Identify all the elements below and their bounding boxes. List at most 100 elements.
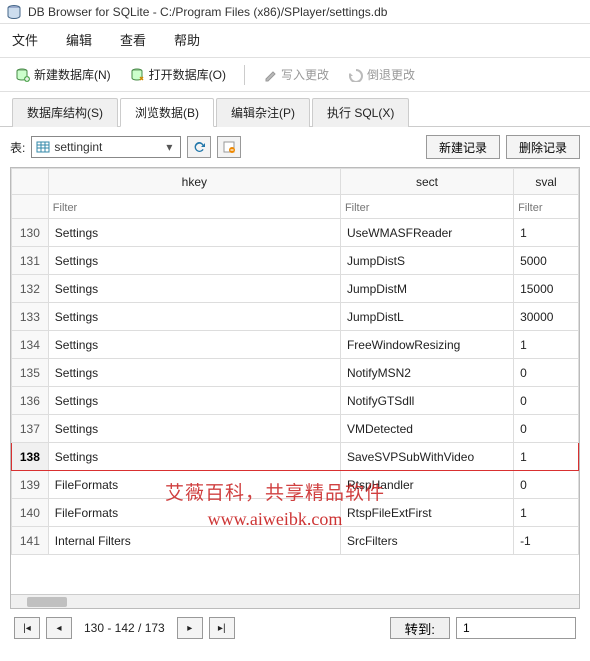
filter-sval[interactable] [518, 202, 574, 214]
refresh-icon [192, 140, 206, 154]
cell-sect[interactable]: RtspFileExtFirst [340, 499, 513, 527]
table-controls: 表: settingint ▾ 新建记录 删除记录 [10, 135, 580, 159]
cell-sval[interactable]: 0 [514, 471, 579, 499]
goto-button[interactable]: 转到: [390, 617, 450, 639]
menu-edit[interactable]: 编辑 [66, 30, 92, 49]
tabbar: 数据库结构(S) 浏览数据(B) 编辑杂注(P) 执行 SQL(X) [0, 92, 590, 127]
table-row[interactable]: 141Internal FiltersSrcFilters-1 [12, 527, 579, 555]
menu-file[interactable]: 文件 [12, 30, 38, 49]
cell-hkey[interactable]: Settings [48, 387, 340, 415]
cell-sval[interactable]: 0 [514, 387, 579, 415]
cell-hkey[interactable]: Settings [48, 219, 340, 247]
cell-sval[interactable]: 1 [514, 443, 579, 471]
table-row[interactable]: 133SettingsJumpDistL30000 [12, 303, 579, 331]
new-database-button[interactable]: 新建数据库(N) [8, 62, 119, 87]
cell-hkey[interactable]: FileFormats [48, 499, 340, 527]
table-row[interactable]: 131SettingsJumpDistS5000 [12, 247, 579, 275]
cell-hkey[interactable]: Internal Filters [48, 527, 340, 555]
data-grid: hkey sect sval 130SettingsUseWMASFReader… [10, 167, 580, 609]
cell-sval[interactable]: 1 [514, 219, 579, 247]
cell-sval[interactable]: 15000 [514, 275, 579, 303]
cell-hkey[interactable]: Settings [48, 443, 340, 471]
cell-sect[interactable]: JumpDistL [340, 303, 513, 331]
refresh-button[interactable] [187, 136, 211, 158]
cell-sval[interactable]: 0 [514, 359, 579, 387]
delete-record-button[interactable]: 删除记录 [506, 135, 580, 159]
cell-sval[interactable]: 1 [514, 331, 579, 359]
pager-prev-button[interactable]: ◂ [46, 617, 72, 639]
cell-hkey[interactable]: FileFormats [48, 471, 340, 499]
table-row[interactable]: 132SettingsJumpDistM15000 [12, 275, 579, 303]
cell-hkey[interactable]: Settings [48, 415, 340, 443]
menubar: 文件 编辑 查看 帮助 [0, 24, 590, 57]
toolbar: 新建数据库(N) 打开数据库(O) 写入更改 倒退更改 [0, 57, 590, 92]
tab-structure[interactable]: 数据库结构(S) [12, 98, 118, 127]
row-number: 137 [12, 415, 49, 443]
cell-sect[interactable]: FreeWindowResizing [340, 331, 513, 359]
cell-hkey[interactable]: Settings [48, 331, 340, 359]
row-number: 141 [12, 527, 49, 555]
cell-hkey[interactable]: Settings [48, 275, 340, 303]
cell-sect[interactable]: UseWMASFReader [340, 219, 513, 247]
open-database-button[interactable]: 打开数据库(O) [123, 62, 234, 87]
window-title: DB Browser for SQLite - C:/Program Files… [28, 5, 387, 19]
cell-sval[interactable]: 1 [514, 499, 579, 527]
col-header-sect[interactable]: sect [340, 169, 513, 195]
row-number: 134 [12, 331, 49, 359]
cell-sect[interactable]: SaveSVPSubWithVideo [340, 443, 513, 471]
cell-sval[interactable]: 30000 [514, 303, 579, 331]
menu-view[interactable]: 查看 [120, 30, 146, 49]
cell-hkey[interactable]: Settings [48, 303, 340, 331]
cell-sect[interactable]: SrcFilters [340, 527, 513, 555]
table-row[interactable]: 135SettingsNotifyMSN20 [12, 359, 579, 387]
row-number: 135 [12, 359, 49, 387]
table-row[interactable]: 140FileFormatsRtspFileExtFirst1 [12, 499, 579, 527]
new-record-button[interactable]: 新建记录 [426, 135, 500, 159]
revert-changes-button[interactable]: 倒退更改 [341, 62, 423, 87]
table-row[interactable]: 136SettingsNotifyGTSdll0 [12, 387, 579, 415]
table-row[interactable]: 134SettingsFreeWindowResizing1 [12, 331, 579, 359]
pager-first-button[interactable]: |◂ [14, 617, 40, 639]
pager-next-button[interactable]: ▸ [177, 617, 203, 639]
table-row[interactable]: 138SettingsSaveSVPSubWithVideo1 [12, 443, 579, 471]
write-changes-button[interactable]: 写入更改 [255, 62, 337, 87]
cell-sect[interactable]: NotifyMSN2 [340, 359, 513, 387]
table-select[interactable]: settingint ▾ [31, 136, 181, 158]
horizontal-scrollbar[interactable] [11, 594, 579, 608]
cell-sval[interactable]: 5000 [514, 247, 579, 275]
cell-sect[interactable]: JumpDistM [340, 275, 513, 303]
clear-filters-button[interactable] [217, 136, 241, 158]
tab-browse[interactable]: 浏览数据(B) [120, 98, 214, 127]
filter-sect[interactable] [345, 202, 509, 214]
new-db-label: 新建数据库(N) [34, 66, 111, 83]
filter-hkey[interactable] [53, 202, 336, 214]
tab-sql[interactable]: 执行 SQL(X) [312, 98, 409, 127]
open-db-label: 打开数据库(O) [149, 66, 226, 83]
cell-hkey[interactable]: Settings [48, 247, 340, 275]
tab-pragmas[interactable]: 编辑杂注(P) [216, 98, 310, 127]
cell-sect[interactable]: RtspHandler [340, 471, 513, 499]
clear-icon [222, 140, 236, 154]
cell-hkey[interactable]: Settings [48, 359, 340, 387]
goto-input[interactable] [456, 617, 576, 639]
cell-sect[interactable]: VMDetected [340, 415, 513, 443]
row-number: 132 [12, 275, 49, 303]
table-row[interactable]: 137SettingsVMDetected0 [12, 415, 579, 443]
cell-sect[interactable]: JumpDistS [340, 247, 513, 275]
col-header-hkey[interactable]: hkey [48, 169, 340, 195]
table-row[interactable]: 139FileFormatsRtspHandler0 [12, 471, 579, 499]
revert-changes-label: 倒退更改 [367, 66, 415, 83]
scroll-thumb[interactable] [27, 597, 67, 607]
pager-range: 130 - 142 / 173 [78, 621, 171, 635]
table-row[interactable]: 130SettingsUseWMASFReader1 [12, 219, 579, 247]
toolbar-separator [244, 65, 245, 85]
pager-last-button[interactable]: ▸| [209, 617, 235, 639]
cell-sect[interactable]: NotifyGTSdll [340, 387, 513, 415]
col-header-sval[interactable]: sval [514, 169, 579, 195]
corner-cell [12, 169, 49, 195]
cell-sval[interactable]: 0 [514, 415, 579, 443]
row-number: 140 [12, 499, 49, 527]
browse-tab-content: 表: settingint ▾ 新建记录 删除记录 hkey sect [0, 126, 590, 655]
cell-sval[interactable]: -1 [514, 527, 579, 555]
menu-help[interactable]: 帮助 [174, 30, 200, 49]
